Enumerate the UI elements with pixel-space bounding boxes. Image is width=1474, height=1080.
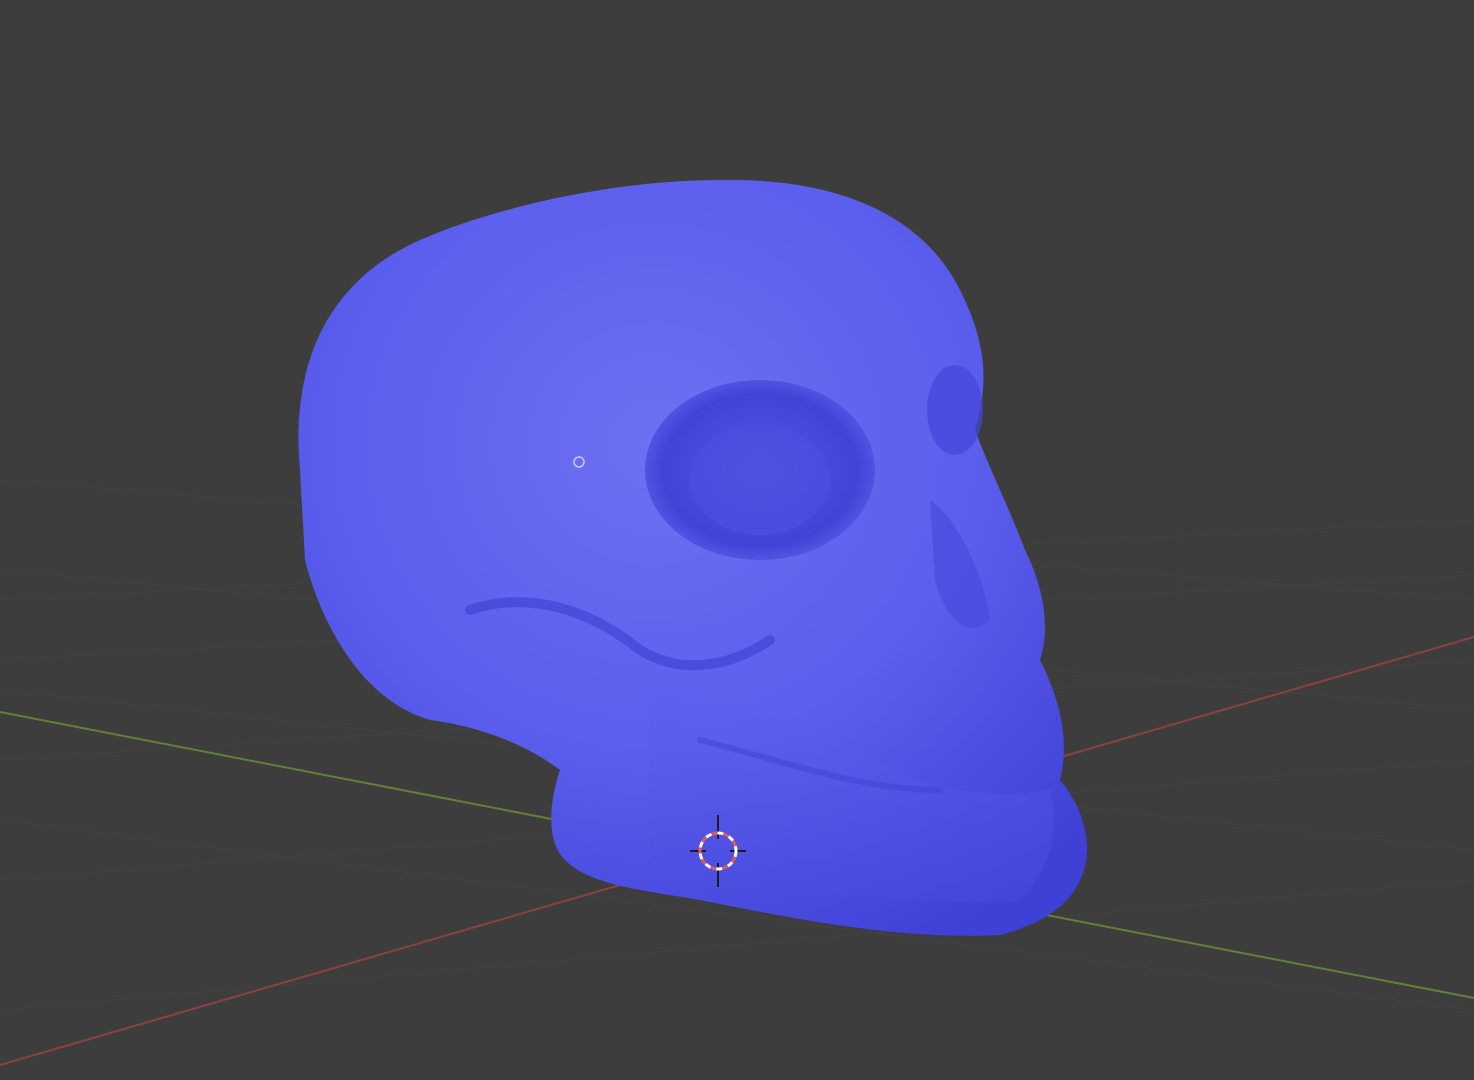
3d-viewport[interactable] [0, 0, 1474, 1080]
skull-mesh[interactable] [298, 179, 1088, 936]
eye-socket-right [927, 365, 983, 455]
eye-socket-inner [690, 425, 830, 535]
